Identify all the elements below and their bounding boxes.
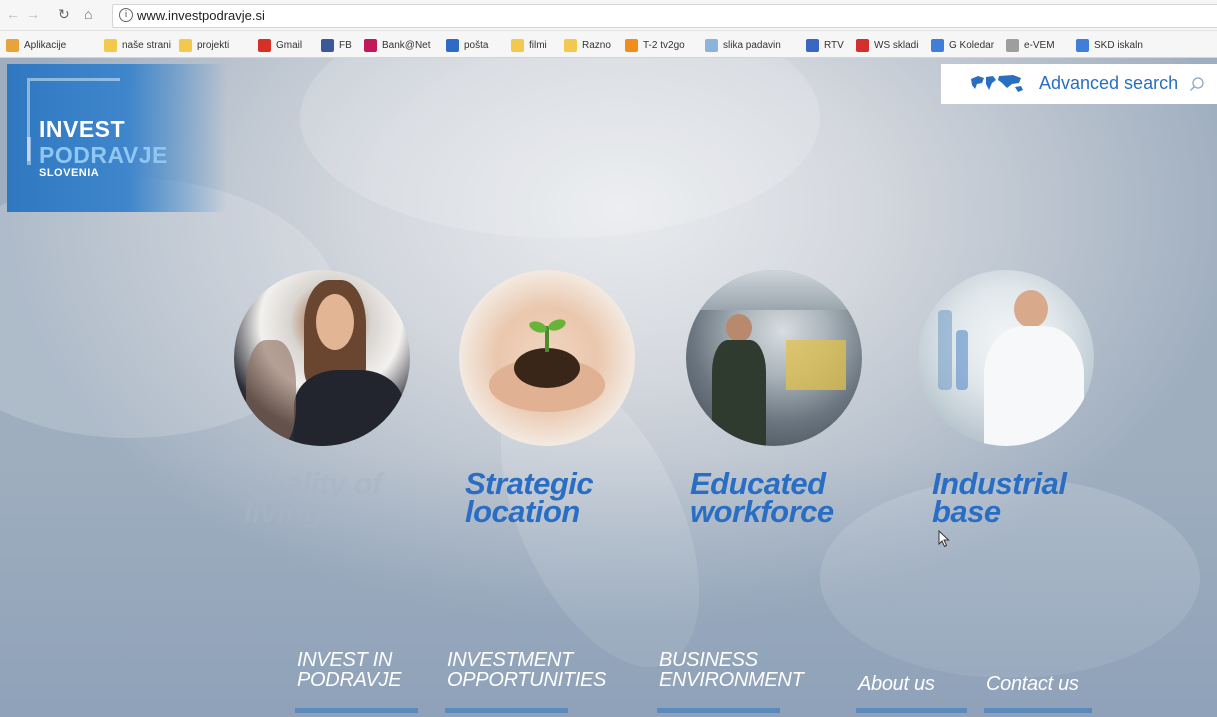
menu-business-environment[interactable]: BUSINESS ENVIRONMENT (659, 649, 804, 691)
bookmark-label: filmi (529, 39, 547, 51)
forward-arrow-icon[interactable]: → (26, 6, 40, 22)
feature-label: base (932, 494, 1001, 529)
tv-icon (625, 38, 638, 52)
advanced-search-label[interactable]: Advanced search (1039, 73, 1178, 94)
bookmark-label: FB (339, 39, 352, 51)
bookmark-item[interactable]: slika padavin (705, 37, 781, 53)
feature-quality-of-living[interactable]: Quality of living (234, 270, 410, 527)
bookmark-label: slika padavin (723, 39, 781, 51)
folder-icon (179, 38, 192, 52)
search-icon[interactable] (1189, 76, 1205, 92)
folder-icon (104, 38, 117, 52)
weather-icon (705, 38, 718, 52)
ws-icon (856, 38, 869, 52)
bookmark-label: T-2 tv2go (643, 39, 685, 51)
url-text: www.investpodravje.si (137, 8, 265, 23)
map-background-shape (300, 58, 820, 238)
menu-label: OPPORTUNITIES (447, 669, 607, 691)
bookmark-label: RTV (824, 39, 844, 51)
menu-label: INVESTMENT (447, 649, 573, 671)
folder-icon (511, 38, 524, 52)
document-icon (1006, 38, 1019, 52)
factory-worker-photo (686, 270, 862, 446)
logo-text-invest: INVEST (39, 116, 126, 142)
menu-invest-in-podravje[interactable]: INVEST IN PODRAVJE (297, 649, 402, 691)
menu-underline (445, 708, 568, 713)
site-logo[interactable]: INVEST PODRAVJE SLOVENIA (7, 64, 227, 212)
menu-about-us[interactable]: About us (858, 674, 935, 694)
bookmark-item[interactable]: Bank@Net (364, 37, 431, 53)
bookmark-item[interactable]: G Koledar (931, 37, 994, 53)
bookmark-item[interactable]: naše strani (104, 37, 171, 53)
page-viewport: INVEST PODRAVJE SLOVENIA Advanced search… (0, 58, 1217, 717)
mouse-cursor-icon (938, 530, 950, 548)
menu-contact-us[interactable]: Contact us (986, 674, 1079, 694)
bookmark-item[interactable]: T-2 tv2go (625, 37, 685, 53)
bookmark-item[interactable]: RTV (806, 37, 844, 53)
feature-label: living (244, 494, 322, 529)
menu-underline (295, 708, 418, 713)
feature-educated-workforce[interactable]: Educated workforce (686, 270, 862, 527)
bank-icon (364, 38, 377, 52)
bookmarks-bar: Aplikacije naše strani projekti Gmail FB Bank… (0, 31, 1217, 58)
menu-underline (657, 708, 780, 713)
back-arrow-icon[interactable]: ← (6, 6, 20, 22)
advanced-search[interactable]: Advanced search (941, 64, 1217, 104)
bookmark-label: SKD iskaln (1094, 39, 1143, 51)
bookmark-label: naše strani (122, 39, 171, 51)
mail-icon (446, 38, 459, 52)
feature-label: workforce (690, 494, 834, 529)
bookmark-item[interactable]: Razno (564, 37, 611, 53)
gmail-icon (258, 38, 271, 52)
bookmark-label: Gmail (276, 39, 303, 51)
feature-label: location (465, 494, 580, 529)
facebook-icon (321, 38, 334, 52)
bookmark-label: projekti (197, 39, 230, 51)
menu-underline (984, 708, 1092, 713)
bookmark-label: e-VEM (1024, 39, 1055, 51)
bookmark-label: Bank@Net (382, 39, 431, 51)
lab-scientist-photo (918, 270, 1094, 446)
hands-seedling-photo (459, 270, 635, 446)
bookmark-item[interactable]: Aplikacije (6, 37, 66, 53)
menu-label: INVEST IN (297, 649, 393, 671)
logo-frame (27, 137, 31, 165)
business-woman-photo (234, 270, 410, 446)
menu-label: PODRAVJE (297, 669, 402, 691)
bookmark-label: G Koledar (949, 39, 995, 51)
world-map-icon (971, 75, 1023, 92)
bookmark-item[interactable]: WS skladi (856, 37, 918, 53)
bookmark-label: Razno (582, 39, 611, 51)
bookmark-label: WS skladi (874, 39, 919, 51)
address-bar[interactable]: i www.investpodravje.si (112, 4, 1217, 28)
bookmark-item[interactable]: Gmail (258, 37, 302, 53)
menu-investment-opportunities[interactable]: INVESTMENT OPPORTUNITIES (447, 650, 606, 690)
menu-label: About us (858, 673, 935, 695)
skd-icon (1076, 38, 1089, 52)
bookmark-item[interactable]: e-VEM (1006, 37, 1055, 53)
bookmark-item[interactable]: projekti (179, 37, 229, 53)
home-icon[interactable]: ⌂ (84, 6, 92, 22)
browser-toolbar: ← → ↻ ⌂ i www.investpodravje.si (0, 0, 1217, 31)
bookmark-item[interactable]: pošta (446, 37, 488, 53)
bookmark-item[interactable]: SKD iskaln (1076, 37, 1143, 53)
menu-label: Contact us (986, 673, 1079, 695)
menu-label: ENVIRONMENT (659, 669, 804, 691)
logo-text-slovenia: SLOVENIA (39, 167, 100, 179)
bookmark-item[interactable]: filmi (511, 37, 547, 53)
info-icon[interactable]: i (119, 8, 133, 22)
folder-icon (564, 38, 577, 52)
menu-underline (856, 708, 967, 713)
calendar-icon (931, 38, 944, 52)
reload-icon[interactable]: ↻ (58, 6, 70, 22)
rtv-icon (806, 38, 819, 52)
apps-grid-icon (6, 38, 19, 52)
bookmark-label: pošta (464, 39, 489, 51)
feature-strategic-location[interactable]: Strategic location (459, 270, 635, 527)
logo-text-podravje: PODRAVJE (39, 142, 168, 168)
feature-industrial-base[interactable]: Industrial base (918, 270, 1094, 527)
bookmark-item[interactable]: FB (321, 37, 352, 53)
bookmark-label: Aplikacije (24, 39, 67, 51)
menu-label: BUSINESS (659, 649, 758, 671)
